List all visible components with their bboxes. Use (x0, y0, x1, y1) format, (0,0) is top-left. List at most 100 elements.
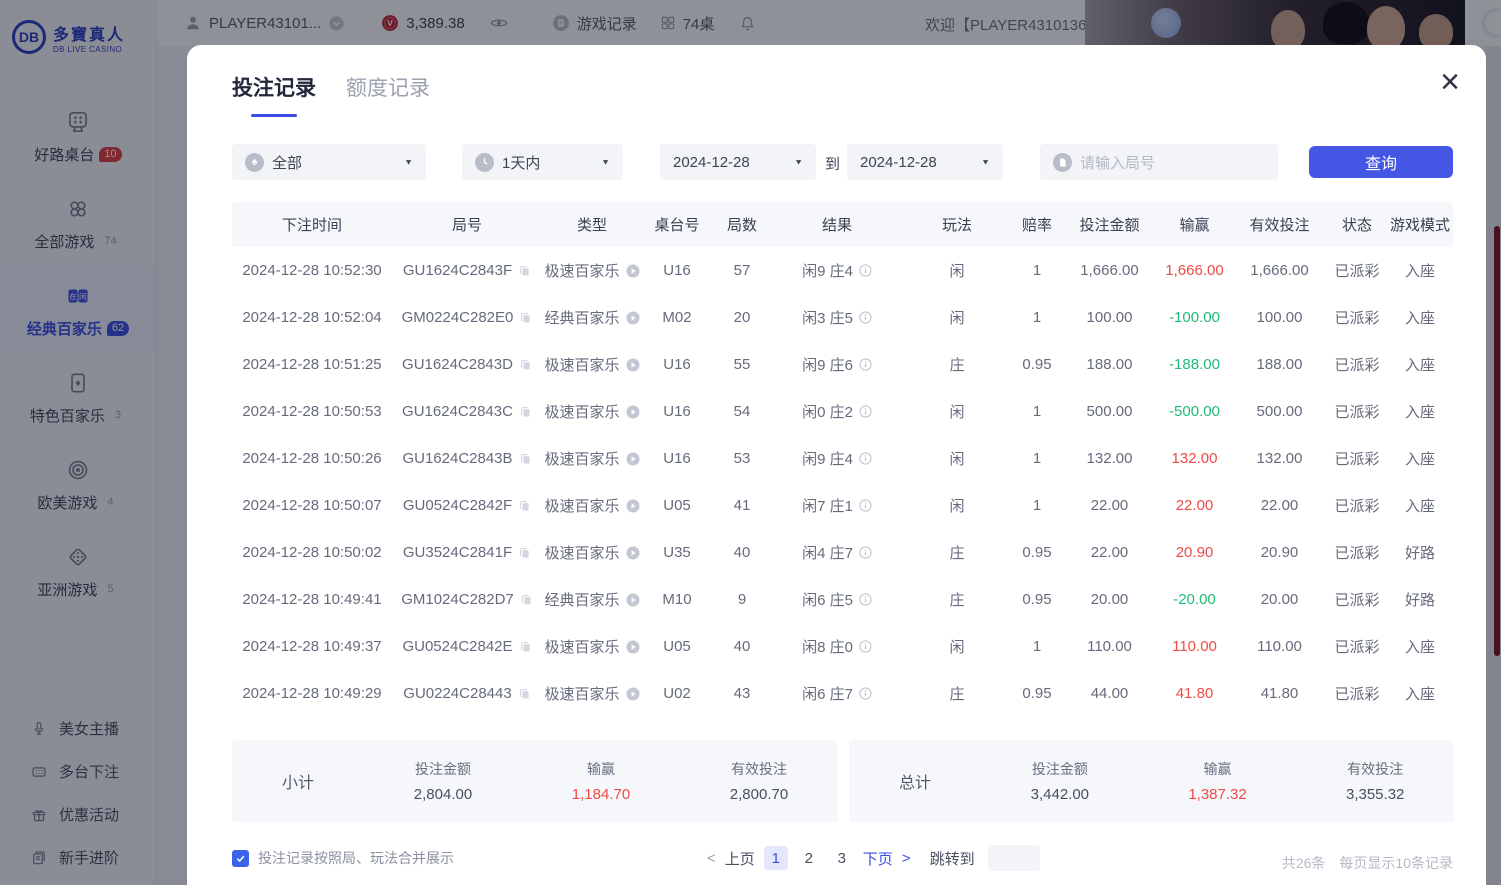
result-info-icon[interactable] (859, 499, 872, 512)
cell-bet: 44.00 (1062, 685, 1157, 702)
cell-result: 闲4 庄7 (772, 542, 902, 563)
cell-time: 2024-12-28 10:49:29 (232, 685, 392, 702)
date-from-picker[interactable]: 2024-12-28 ▼ (660, 144, 816, 180)
prev-page-button[interactable]: 上页 (725, 848, 755, 869)
game-type-select[interactable]: ♠ 全部 ▼ (232, 144, 426, 180)
copy-icon[interactable] (519, 405, 532, 418)
video-play-icon[interactable] (626, 452, 640, 466)
total-bet-group: 投注金额 3,442.00 (981, 759, 1139, 803)
page-number-3[interactable]: 3 (830, 846, 854, 870)
result-info-icon[interactable] (859, 687, 872, 700)
cell-odds: 0.95 (1012, 544, 1062, 561)
cell-play: 庄 (902, 683, 1012, 704)
cell-bet: 22.00 (1062, 544, 1157, 561)
video-play-icon[interactable] (626, 358, 640, 372)
column-header: 有效投注 (1232, 214, 1327, 235)
cell-bet: 110.00 (1062, 638, 1157, 655)
video-play-icon[interactable] (626, 640, 640, 654)
copy-icon[interactable] (519, 311, 532, 324)
tab-bet-records[interactable]: 投注记录 (232, 72, 316, 117)
result-info-icon[interactable] (859, 264, 872, 277)
copy-icon[interactable] (518, 499, 531, 512)
cell-win: -20.00 (1157, 591, 1232, 608)
copy-icon[interactable] (518, 264, 531, 277)
total-label: 总计 (849, 769, 981, 793)
cell-bet: 188.00 (1062, 356, 1157, 373)
table-row: 2024-12-28 10:50:53GU1624C2843C极速百家乐U165… (232, 388, 1453, 435)
copy-icon[interactable] (519, 452, 532, 465)
video-play-icon[interactable] (626, 499, 640, 513)
result-info-icon[interactable] (859, 405, 872, 418)
result-info-icon[interactable] (859, 546, 872, 559)
result-info-icon[interactable] (859, 593, 872, 606)
cell-status: 已派彩 (1327, 401, 1387, 422)
copy-icon[interactable] (518, 546, 531, 559)
cell-valid: 132.00 (1232, 450, 1327, 467)
result-info-icon[interactable] (859, 311, 872, 324)
cell-round: GU1624C2843B (392, 450, 542, 467)
cell-status: 已派彩 (1327, 636, 1387, 657)
date-to-picker[interactable]: 2024-12-28 ▼ (847, 144, 1003, 180)
column-header: 桌台号 (642, 214, 712, 235)
total-bet-value: 3,442.00 (981, 786, 1139, 803)
cell-odds: 0.95 (1012, 356, 1062, 373)
cell-status: 已派彩 (1327, 307, 1387, 328)
subtotal-valid-label: 有效投注 (680, 759, 838, 779)
cell-games: 57 (712, 262, 772, 279)
jump-to-input[interactable] (988, 845, 1040, 871)
subtotal-bet-value: 2,804.00 (364, 786, 522, 803)
cell-win: 110.00 (1157, 638, 1232, 655)
cell-result: 闲9 庄4 (772, 260, 902, 281)
cell-win: -500.00 (1157, 403, 1232, 420)
copy-icon[interactable] (518, 687, 531, 700)
cell-table: U16 (642, 356, 712, 373)
video-play-icon[interactable] (626, 264, 640, 278)
copy-icon[interactable] (520, 593, 533, 606)
total-win-label: 输赢 (1139, 759, 1297, 779)
cell-mode: 入座 (1387, 354, 1453, 375)
cell-round: GU0524C2842E (392, 638, 542, 655)
cell-result: 闲3 庄5 (772, 307, 902, 328)
cell-time: 2024-12-28 10:50:07 (232, 497, 392, 514)
cell-win: 1,666.00 (1157, 262, 1232, 279)
cell-win: 132.00 (1157, 450, 1232, 467)
video-play-icon[interactable] (626, 311, 640, 325)
cell-result: 闲8 庄0 (772, 636, 902, 657)
cell-type: 极速百家乐 (542, 683, 642, 704)
result-info-icon[interactable] (859, 452, 872, 465)
chevron-down-icon: ▼ (981, 158, 990, 167)
next-page-button[interactable]: 下页 (863, 848, 893, 869)
copy-icon[interactable] (519, 640, 532, 653)
video-play-icon[interactable] (626, 546, 640, 560)
video-play-icon[interactable] (626, 687, 640, 701)
cell-round: GU1624C2843C (392, 403, 542, 420)
total-win-group: 输赢 1,387.32 (1139, 759, 1297, 803)
copy-icon[interactable] (519, 358, 532, 371)
cell-type: 极速百家乐 (542, 542, 642, 563)
cell-play: 闲 (902, 401, 1012, 422)
cell-valid: 500.00 (1232, 403, 1327, 420)
close-icon[interactable]: × (1440, 65, 1460, 99)
cell-time: 2024-12-28 10:52:30 (232, 262, 392, 279)
cell-round: GM1024C282D7 (392, 591, 542, 608)
cell-mode: 入座 (1387, 401, 1453, 422)
result-info-icon[interactable] (859, 358, 872, 371)
cell-games: 55 (712, 356, 772, 373)
column-header: 输赢 (1157, 214, 1232, 235)
result-info-icon[interactable] (859, 640, 872, 653)
round-number-input[interactable]: 请输入局号 (1040, 144, 1278, 180)
search-button[interactable]: 查询 (1309, 146, 1453, 178)
page-number-2[interactable]: 2 (797, 846, 821, 870)
merge-records-option: 投注记录按照局、玩法合并展示 (232, 848, 454, 868)
cell-win: 41.80 (1157, 685, 1232, 702)
table-row: 2024-12-28 10:50:02GU3524C2841F极速百家乐U354… (232, 529, 1453, 576)
video-play-icon[interactable] (626, 593, 640, 607)
page-number-1[interactable]: 1 (764, 846, 788, 870)
cell-odds: 0.95 (1012, 591, 1062, 608)
tab-quota-records[interactable]: 额度记录 (346, 72, 430, 117)
cell-round: GU0524C2842F (392, 497, 542, 514)
time-range-select[interactable]: 1天内 ▼ (462, 144, 623, 180)
video-play-icon[interactable] (626, 405, 640, 419)
subtotal-win-group: 输赢 1,184.70 (522, 759, 680, 803)
merge-records-checkbox[interactable] (232, 850, 249, 867)
